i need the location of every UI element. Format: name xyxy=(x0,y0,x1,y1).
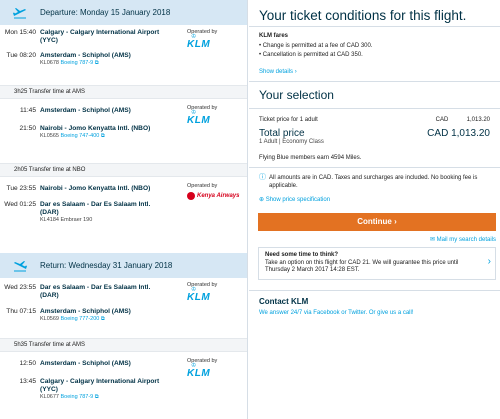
chevron-right-icon: › xyxy=(294,69,297,75)
total-price-label: Total price xyxy=(259,128,305,139)
flight-segment: Operated by ♔ KLM Mon 15:40 Calgary - Cal… xyxy=(0,25,247,85)
summary-panel: Your ticket conditions for this flight. … xyxy=(249,0,500,419)
kenya-airways-logo: Kenya Airways xyxy=(187,192,243,200)
external-link-icon: ⧉ xyxy=(94,60,99,66)
flight-segment: Operated by Kenya Airways Tue 23:55 Nairo… xyxy=(0,177,247,253)
flight-segment: Operated by ♔ KLM 11:45 Amsterdam - Schip… xyxy=(0,99,247,163)
plane-departure-icon xyxy=(0,7,40,19)
aircraft-link[interactable]: Boeing 747-400 xyxy=(61,133,100,139)
aircraft-link[interactable]: Boeing 777-200 xyxy=(61,316,100,322)
external-link-icon: ⧉ xyxy=(94,394,99,400)
ticket-currency: CAD xyxy=(435,117,449,123)
ticket-amount: 1,013.20 xyxy=(466,117,490,123)
aircraft-link[interactable]: Boeing 787-9 xyxy=(61,60,94,66)
miles-info: Flying Blue members earn 4594 Miles. xyxy=(249,149,500,168)
condition-item: Change is permitted at a fee of CAD 300. xyxy=(259,42,490,51)
external-link-icon: ⧉ xyxy=(100,133,105,139)
contact-title: Contact KLM xyxy=(259,296,309,306)
fares-label: KLM fares xyxy=(259,33,289,39)
continue-button[interactable]: Continue › xyxy=(258,213,496,231)
chevron-right-icon: › xyxy=(394,217,397,226)
selection-title: Your selection xyxy=(259,88,334,102)
transfer-time: 3h25 Transfer time at AMS xyxy=(0,85,247,99)
show-details-link[interactable]: Show details › xyxy=(259,69,490,75)
conditions-title: Your ticket conditions for this flight. xyxy=(249,0,500,27)
flight-segment: Operated by ♔ KLM 12:50 Amsterdam - Schip… xyxy=(0,352,247,418)
condition-item: Cancellation is permitted at CAD 350. xyxy=(259,51,490,60)
contact-text[interactable]: We answer 24/7 via Facebook or Twitter. … xyxy=(259,310,490,316)
fare-conditions: KLM fares Change is permitted at a fee o… xyxy=(249,27,500,82)
outbound-title: Departure: Monday 15 January 2018 xyxy=(40,8,171,17)
amount-info: ⓘ All amounts are in CAD. Taxes and surc… xyxy=(259,174,478,189)
think-text: Take an option on this flight for CAD 21… xyxy=(265,259,459,274)
show-price-spec-link[interactable]: ⊕ Show price specification xyxy=(249,196,500,203)
info-icon: ⓘ xyxy=(259,174,266,181)
contact-section: Contact KLM We answer 24/7 via Facebook … xyxy=(249,289,500,322)
ticket-price-label: Ticket price for 1 adult xyxy=(259,117,318,123)
chevron-right-icon: › xyxy=(487,256,491,267)
external-link-icon: ⧉ xyxy=(100,316,105,322)
outbound-header: Departure: Monday 15 January 2018 xyxy=(0,0,247,25)
return-header: Return: Wednesday 31 January 2018 xyxy=(0,253,247,278)
hold-option-box[interactable]: Need some time to think? Take an option … xyxy=(258,247,496,280)
return-title: Return: Wednesday 31 January 2018 xyxy=(40,261,173,270)
plane-return-icon xyxy=(0,260,40,272)
flight-segment: Operated by ♔ KLM Wed 23:55 Dar es Salaam… xyxy=(0,278,247,338)
think-title: Need some time to think? xyxy=(265,252,339,258)
itinerary-panel: Departure: Monday 15 January 2018 Operat… xyxy=(0,0,248,419)
mail-search-link[interactable]: ✉ Mail my search details xyxy=(249,231,500,243)
total-sub: 1 Adult | Economy Class xyxy=(259,139,324,145)
kenya-airways-icon xyxy=(187,192,195,200)
mail-icon: ✉ xyxy=(429,237,435,243)
aircraft-link[interactable]: Boeing 787-9 xyxy=(61,394,94,400)
transfer-time: 5h35 Transfer time at AMS xyxy=(0,338,247,352)
total-price-value: CAD 1,013.20 xyxy=(427,128,490,139)
transfer-time: 2h05 Transfer time at NBO xyxy=(0,163,247,177)
price-box: Ticket price for 1 adult CAD 1,013.20 To… xyxy=(249,108,500,149)
plus-icon: ⊕ xyxy=(259,197,265,203)
